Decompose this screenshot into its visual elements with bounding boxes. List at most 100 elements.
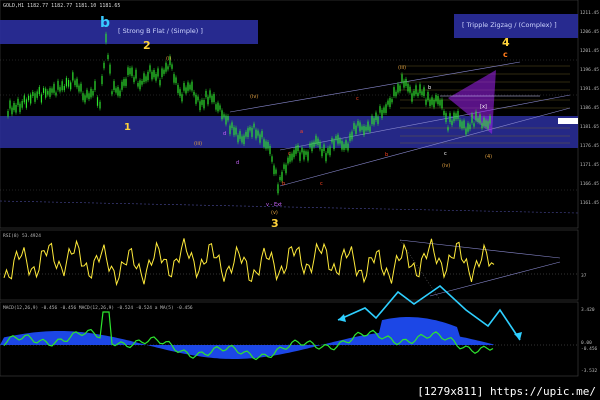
candle-body [267,141,269,149]
candle-body [229,125,231,135]
candle-body [38,87,40,95]
candle-body [9,100,11,109]
candle-body [65,77,68,87]
candle-body [259,134,261,143]
candle-body [51,88,53,93]
candle-body [423,87,425,97]
wave-iii-label: (iii) [398,65,406,71]
candle-body [193,91,195,96]
candle-body [167,66,169,70]
price-axis-tick: 1201.45 [580,48,599,54]
candle-body [255,129,257,139]
wave-b-label: b [100,15,110,31]
candle-body [121,81,123,90]
candle-body [13,102,15,111]
price-axis-tick: 1211.45 [580,10,599,16]
candle-body [483,117,485,126]
candle-body [107,54,109,60]
candle-body [313,141,315,147]
candle-body [113,81,115,91]
candle-body [411,93,413,102]
candle-body [455,113,457,120]
svg-text:d: d [223,131,226,137]
candle-body [291,153,293,161]
wave-3-label: 3 [271,217,279,230]
candle-body [53,83,55,93]
candle-body [355,125,357,134]
candle-body [387,100,389,105]
candle-body [109,64,111,74]
candle-body [299,152,301,161]
candle-body [11,107,13,115]
candle-body [67,80,70,87]
price-axis-tick: 1181.65 [580,124,599,130]
candle-body [115,88,117,93]
candle-body [323,144,325,152]
candle-body [96,97,99,106]
price-axis-tick: 1196.45 [580,67,599,73]
candle-body [19,103,21,113]
candle-body [305,151,307,155]
main-price-panel[interactable] [0,0,579,229]
candle-body [327,147,329,154]
candle-body [357,120,359,126]
candle-body [345,140,347,149]
candle-body [409,86,411,93]
candle-body [63,85,65,91]
candle-body [333,140,335,150]
candle-body [72,72,74,81]
svg-text:b: b [282,181,285,187]
candle-body [239,131,241,139]
candle-body [331,138,333,143]
rsi-panel[interactable] [0,229,579,301]
candle-body [393,87,395,97]
candle-body [281,171,283,181]
rsi-label: RSI(8) 53.4924 [3,233,41,239]
candle-body [295,146,297,154]
candle-body [30,94,32,104]
macd-axis-top: 3.420 [581,307,595,313]
candle-body [153,70,155,78]
candle-body [171,64,173,69]
candle-body [189,84,191,90]
candle-body [119,90,121,97]
candle-body [25,99,28,108]
price-axis-tick: 1186.45 [580,105,599,111]
candle-body [451,120,453,126]
candle-body [187,82,189,91]
wave-4-label: 4 [502,36,510,49]
candle-body [99,101,101,109]
candle-body [105,33,107,43]
candle-body [165,62,167,72]
candle-body [425,99,427,105]
candle-body [219,105,221,110]
candle-body [277,184,279,194]
candle-body [431,97,433,105]
candle-body [103,62,105,69]
candle-body [315,135,317,145]
svg-text:(iii): (iii) [194,141,202,147]
candle-body [325,153,327,162]
candle-body [195,94,197,104]
candle-body [149,65,151,72]
candle-body [70,82,72,90]
candle-body [88,93,90,100]
svg-text:b: b [385,152,388,158]
candle-body [481,123,483,129]
candle-body [261,130,263,138]
candle-body [439,100,441,106]
candle-body [161,68,163,78]
candle-body [151,71,153,80]
candle-body [123,79,125,86]
candle-body [339,138,341,144]
candle-body [287,157,289,164]
candle-body [76,78,78,88]
candle-body [475,111,477,121]
candle-body [131,67,133,76]
macd-axis-current: -0.456 [581,346,598,352]
candle-body [489,116,491,124]
candle-body [36,91,38,98]
candle-body [155,74,157,81]
candle-body [469,124,471,130]
candle-body [341,141,343,150]
